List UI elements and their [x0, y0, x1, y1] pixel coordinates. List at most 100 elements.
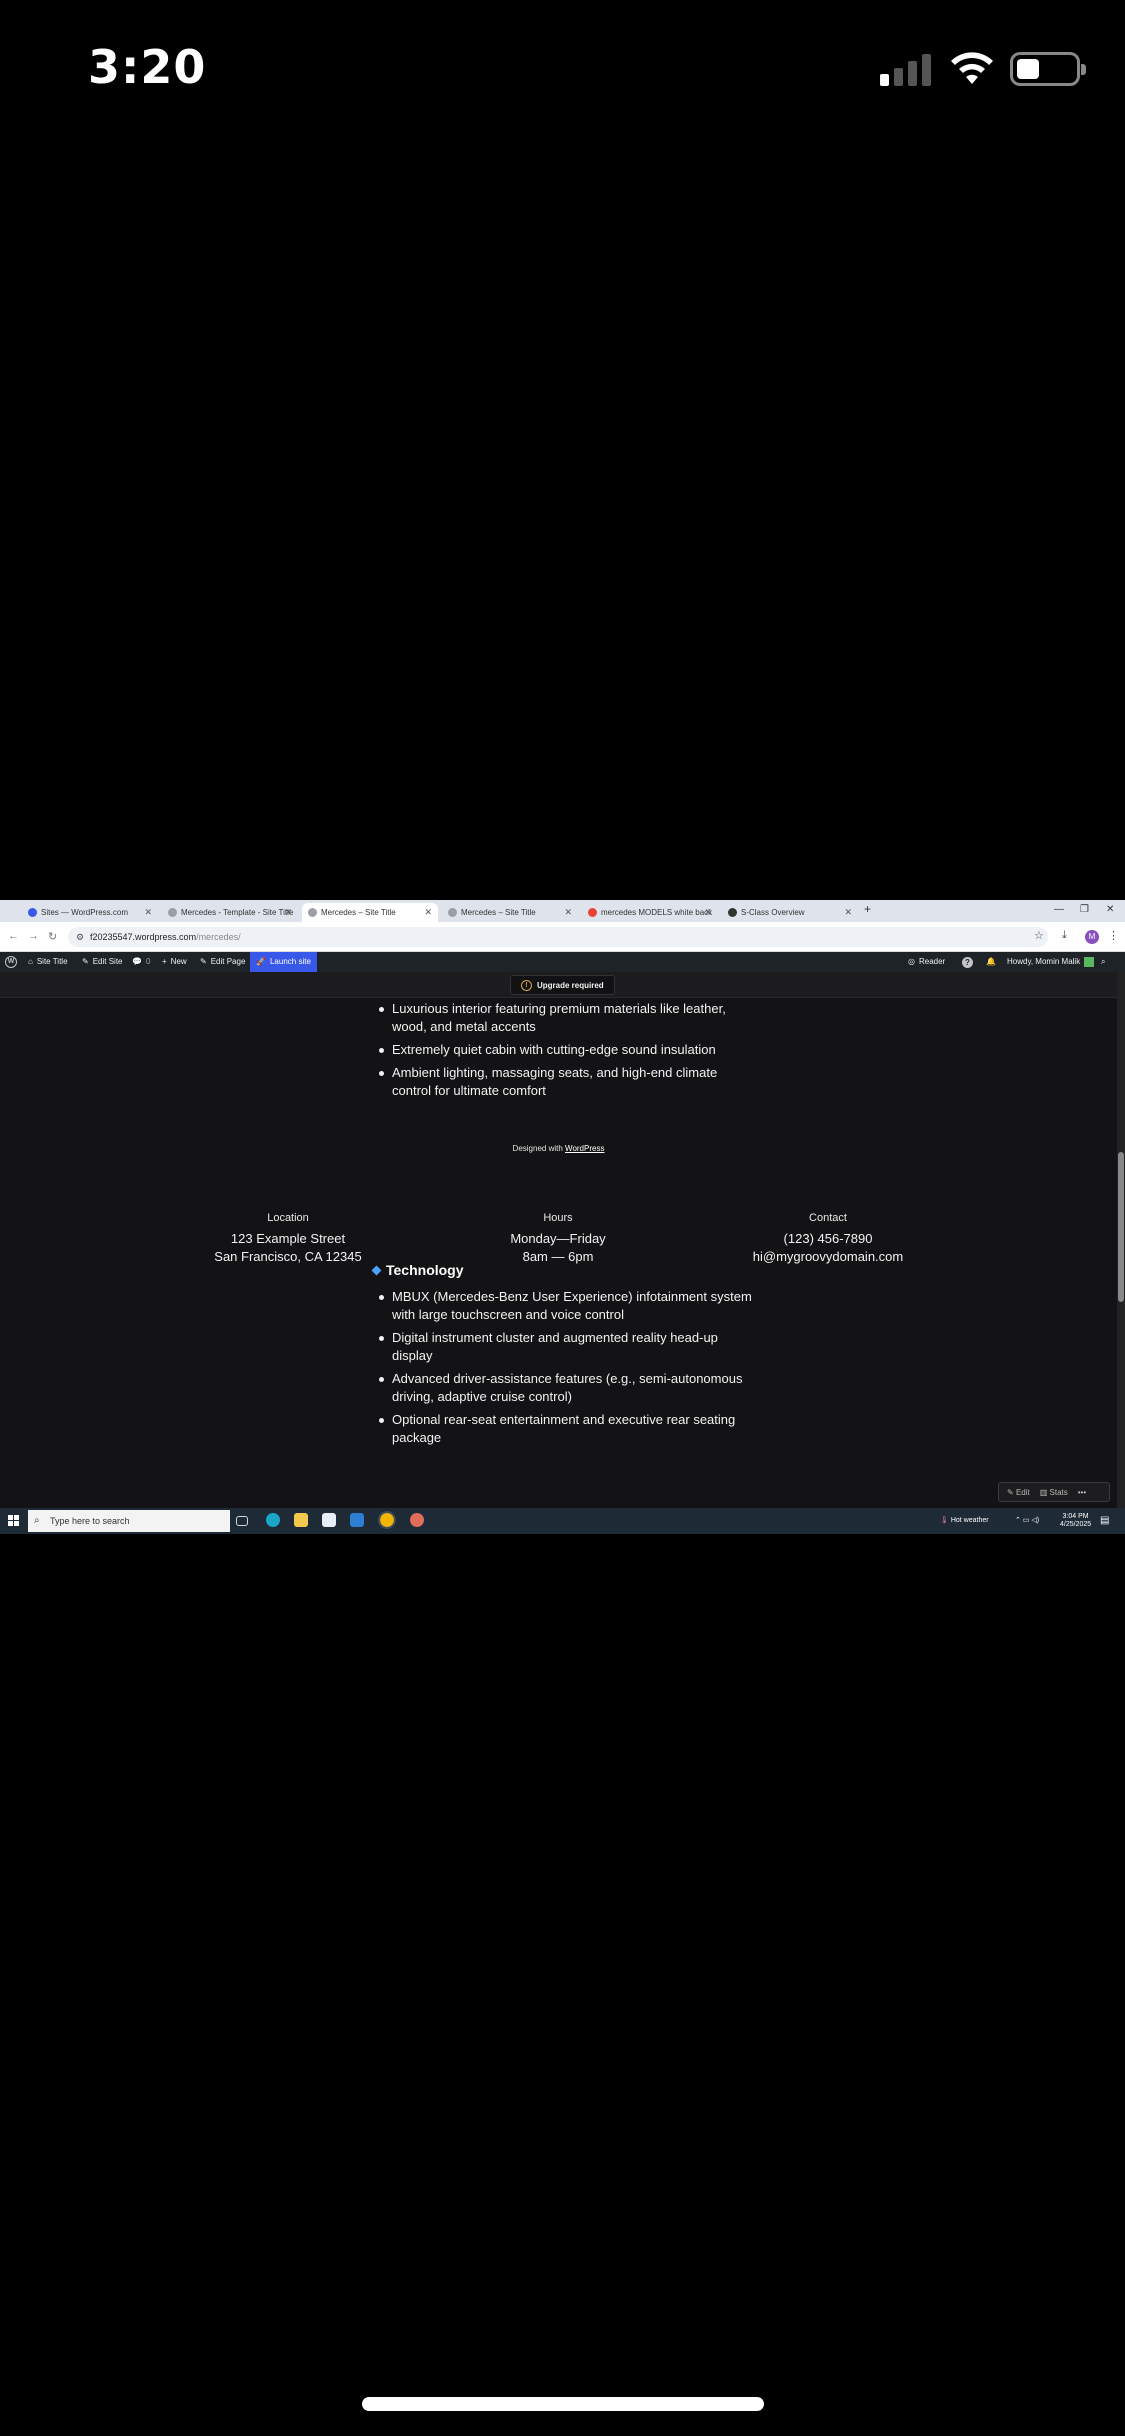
notification-center-icon[interactable]: ▤ [1100, 1508, 1109, 1534]
howdy-label: Howdy, Momin Malik [1007, 957, 1081, 966]
site-info-icon[interactable]: ⚙ [76, 927, 84, 947]
site-favicon-icon [448, 908, 457, 917]
close-icon[interactable]: ✕ [844, 907, 852, 918]
minimize-icon[interactable]: — [1054, 904, 1064, 915]
wordpress-link[interactable]: WordPress [565, 1144, 604, 1153]
tab-label: mercedes MODELS white back [601, 908, 713, 917]
browser-toolbar: ← → ↻ ⚙ f20235547.wordpress.com/mercedes… [0, 922, 1125, 952]
task-view-icon[interactable] [236, 1516, 248, 1526]
stats-label: Stats [1049, 1487, 1068, 1497]
site-title-label: Site Title [36, 957, 68, 966]
footer-location: Location 123 Example Street San Francisc… [188, 1212, 388, 1266]
tray-icons[interactable]: ⌃ ▭ ◁) [1015, 1508, 1039, 1534]
close-icon[interactable]: ✕ [564, 907, 572, 918]
taskbar-clock[interactable]: 3:04 PM 4/25/2025 [1060, 1513, 1091, 1529]
close-icon[interactable]: ✕ [704, 907, 712, 918]
edit-button[interactable]: ✎ Edit [1007, 1488, 1030, 1497]
close-icon[interactable]: ✕ [424, 907, 432, 918]
chrome-icon[interactable] [378, 1511, 396, 1529]
app-icon[interactable] [410, 1513, 424, 1527]
mail-icon[interactable] [350, 1513, 364, 1527]
reader-label: Reader [918, 957, 946, 966]
info-icon: ! [521, 979, 532, 991]
browser-tab[interactable]: S-Class Overview ✕ [722, 903, 858, 922]
close-icon[interactable]: ✕ [284, 907, 292, 918]
site-title-button[interactable]: ⌂ Site Title [28, 952, 68, 972]
edit-site-button[interactable]: ✎ Edit Site [82, 952, 123, 972]
forward-icon[interactable]: → [28, 930, 39, 942]
ios-status-bar: 3:20 [0, 0, 1125, 140]
restore-icon[interactable]: ❐ [1080, 904, 1089, 915]
windows-start-icon[interactable] [8, 1515, 20, 1527]
technology-heading-text: Technology [386, 1262, 464, 1278]
address-bar[interactable]: ⚙ f20235547.wordpress.com/mercedes/ [68, 927, 1048, 947]
google-favicon-icon [588, 908, 597, 917]
brush-icon: ✎ [82, 957, 89, 966]
location-heading: Location [267, 1212, 309, 1224]
scrollbar-thumb[interactable] [1118, 1152, 1124, 1302]
list-item: Digital instrument cluster and augmented… [375, 1329, 755, 1365]
reader-button[interactable]: ◎ Reader [908, 952, 945, 972]
more-button[interactable]: ••• [1078, 1488, 1086, 1497]
file-explorer-icon[interactable] [294, 1513, 308, 1527]
stats-button[interactable]: ▥ Stats [1040, 1488, 1068, 1497]
new-label: New [170, 957, 187, 966]
wordpress-logo-icon: W [5, 956, 17, 968]
new-tab-button[interactable]: + [864, 902, 871, 916]
home-indicator[interactable] [362, 2397, 764, 2411]
hours-line: 8am — 6pm [522, 1249, 594, 1264]
close-icon[interactable]: ✕ [144, 907, 152, 918]
designed-with-text: Designed with [512, 1144, 563, 1153]
contact-email[interactable]: hi@mygroovydomain.com [728, 1248, 928, 1266]
weather-icon: 🌡 [940, 1517, 949, 1524]
download-icon[interactable]: ⤓ [1062, 929, 1067, 942]
profile-avatar[interactable]: M [1085, 930, 1099, 944]
wp-logo-button[interactable]: W [5, 952, 17, 972]
upgrade-label: Upgrade required [537, 980, 604, 990]
window-close-icon[interactable]: ✕ [1106, 904, 1114, 915]
wifi-icon [951, 52, 993, 84]
comment-icon: 💬 [132, 957, 142, 966]
taskbar-search-box[interactable]: ⌕ Type here to search [28, 1510, 230, 1532]
mercedes-favicon-icon [728, 908, 737, 917]
browser-menu-icon[interactable]: ⋮ [1108, 929, 1119, 942]
list-item: Optional rear-seat entertainment and exe… [375, 1411, 755, 1447]
home-icon: ⌂ [28, 957, 33, 966]
launch-site-button[interactable]: 🚀 Launch site [250, 952, 317, 972]
weather-label: Hot weather [950, 1517, 989, 1524]
hours-line: Monday—Friday [510, 1231, 606, 1246]
browser-tab[interactable]: Mercedes – Site Title ✕ [442, 903, 578, 922]
bell-icon: 🔔 [986, 957, 996, 966]
user-avatar [1084, 957, 1095, 967]
url-host: f20235547.wordpress.com [90, 932, 197, 942]
browser-tab[interactable]: mercedes MODELS white back ✕ [582, 903, 718, 922]
bookmark-star-icon[interactable]: ☆ [1034, 929, 1044, 942]
tab-label: Mercedes - Template - Site Title [181, 908, 294, 917]
cellular-signal-icon [880, 52, 934, 86]
url-path: /mercedes/ [196, 932, 241, 942]
page-content: Luxurious interior featuring premium mat… [0, 998, 1117, 1508]
account-menu[interactable]: Howdy, Momin Malik [1007, 952, 1095, 972]
store-icon[interactable] [322, 1513, 336, 1527]
weather-widget[interactable]: 🌡 Hot weather [940, 1508, 989, 1534]
search-icon[interactable]: ⌕ [1101, 952, 1105, 972]
help-button[interactable]: ? [962, 952, 973, 972]
page-scrollbar[interactable] [1117, 972, 1125, 1508]
edit-page-button[interactable]: ✎ Edit Page [200, 952, 245, 972]
tab-label: Mercedes – Site Title [321, 908, 396, 917]
browser-tab[interactable]: Sites — WordPress.com ✕ [22, 903, 158, 922]
contact-phone[interactable]: (123) 456-7890 [728, 1230, 928, 1248]
upgrade-required-button[interactable]: ! Upgrade required [510, 975, 615, 995]
browser-tab[interactable]: Mercedes - Template - Site Title ✕ [162, 903, 298, 922]
reload-icon[interactable]: ↻ [48, 930, 57, 943]
browser-tab-active[interactable]: Mercedes – Site Title ✕ [302, 903, 438, 922]
back-icon[interactable]: ← [8, 930, 19, 942]
list-item: Ambient lighting, massaging seats, and h… [375, 1064, 755, 1100]
comments-button[interactable]: 💬 0 [132, 952, 150, 972]
list-item: Luxurious interior featuring premium mat… [375, 1000, 755, 1036]
tab-label: S-Class Overview [741, 908, 805, 917]
technology-heading: Technology [371, 1262, 464, 1278]
notifications-button[interactable]: 🔔 [986, 952, 996, 972]
new-content-button[interactable]: + New [162, 952, 187, 972]
edge-icon[interactable] [266, 1513, 280, 1527]
